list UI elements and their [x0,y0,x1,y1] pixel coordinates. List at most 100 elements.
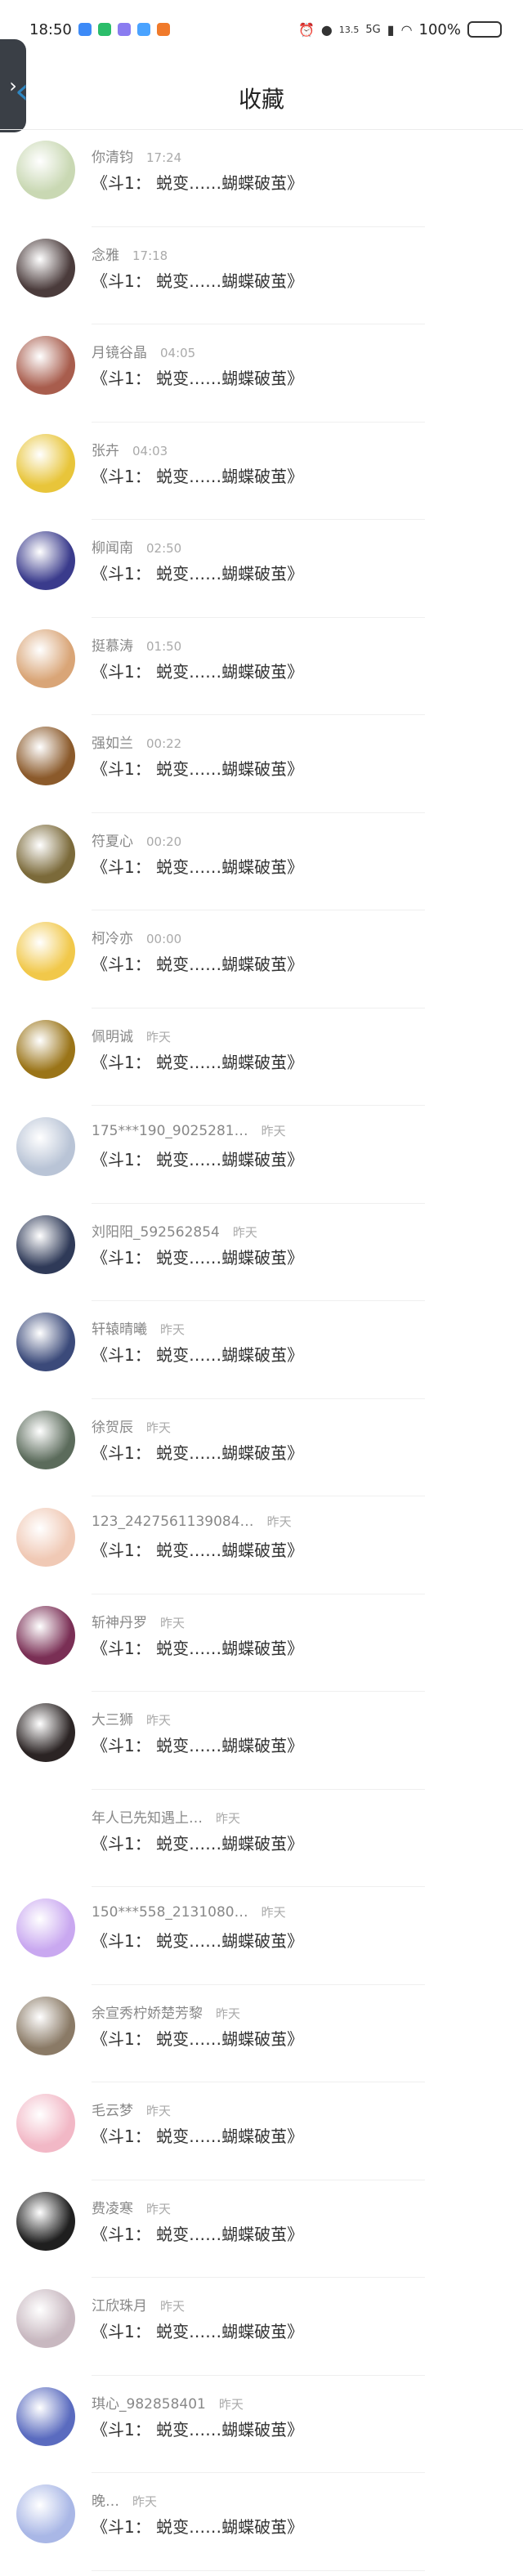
list-item[interactable]: 晚… 昨天 《斗1： 蜕变……蝴蝶破茧》 [0,2473,523,2571]
avatar[interactable] [16,2191,75,2251]
network-speed: 13.5 [338,24,360,35]
item-time: 昨天 [160,1322,186,1337]
nav-bar: ‹ 收藏 [0,59,523,130]
list-item[interactable]: 挺慕涛 01:50 《斗1： 蜕变……蝴蝶破茧》 [0,618,523,716]
list-item[interactable]: 柯冷亦 00:00 《斗1： 蜕变……蝴蝶破茧》 [0,910,523,1008]
item-time: 昨天 [266,1514,292,1529]
item-name-text: 轩辕晴曦 [92,1322,147,1338]
item-name: 轩辕晴曦 昨天 [92,1317,185,1338]
item-message: 《斗1： 蜕变……蝴蝶破茧》 [92,661,304,682]
avatar[interactable] [16,433,75,493]
item-time: 17:18 [132,248,168,263]
avatar[interactable] [16,1508,75,1567]
list-item[interactable]: 强如兰 00:22 《斗1： 蜕变……蝴蝶破茧》 [0,715,523,813]
avatar[interactable] [16,1019,75,1079]
item-time: 04:03 [132,443,168,458]
list-item[interactable]: 年人已先知遇上… 昨天 《斗1： 蜕变……蝴蝶破茧》 [0,1790,523,1888]
item-name: 175***190_9025281… 昨天 [92,1122,286,1139]
avatar[interactable] [16,2484,75,2543]
avatar[interactable] [16,824,75,883]
avatar[interactable] [16,336,75,395]
item-name-text: 费凌寒 [92,2200,133,2217]
item-time: 昨天 [146,2201,172,2216]
list-item[interactable]: 徐贺辰 昨天《斗1： 蜕变……蝴蝶破茧》 [0,1399,523,1497]
list-item[interactable]: 大三狮 昨天 《斗1： 蜕变……蝴蝶破茧》 [0,1692,523,1790]
item-message: 《斗1： 蜕变……蝴蝶破茧》 [92,271,304,291]
avatar[interactable] [16,1996,75,2055]
list-item[interactable]: 刘阳阳_592562854 昨天 《斗1： 蜕变……蝴蝶破茧》 [0,1204,523,1302]
item-message: 《斗1： 蜕变……蝴蝶破茧》 [92,1833,304,1854]
avatar[interactable] [16,1800,75,1860]
avatar[interactable] [16,1410,75,1469]
list-item[interactable]: 斩神丹罗 昨天 《斗1： 蜕变……蝴蝶破茧》 [0,1594,523,1693]
list-item[interactable]: 符夏心 00:20 《斗1： 蜕变……蝴蝶破茧》 [0,813,523,911]
avatar[interactable] [16,2386,75,2446]
list-item[interactable]: 150***558_2131080… 昨天 《斗1： 蜕变……蝴蝶破茧》 [0,1887,523,1985]
item-name: 余宣秀柠娇楚芳黎 昨天 [92,2001,240,2022]
avatar[interactable] [16,1313,75,1371]
item-time: 昨天 [232,1224,257,1240]
item-time: 昨天 [146,2104,172,2118]
avatar[interactable] [16,1605,75,1665]
list-item[interactable]: 你清钧 17:24 《斗1： 蜕变……蝴蝶破茧》 [0,129,523,227]
avatar[interactable] [16,628,75,688]
avatar[interactable] [16,238,75,297]
item-name: 江欣珠月 昨天 [92,2294,185,2314]
clock: 18:50 [29,20,72,38]
item-message: 《斗1： 蜕变……蝴蝶破茧》 [92,1931,304,1951]
list-item[interactable]: 张卉 04:03 《斗1： 蜕变……蝴蝶破茧》 [0,423,523,521]
item-name-text: 张卉 [92,442,119,459]
avatar[interactable] [16,531,75,590]
item-name-text: 柯冷亦 [92,931,133,947]
item-message: 《斗1： 蜕变……蝴蝶破茧》 [92,369,304,388]
avatar[interactable] [16,2094,75,2153]
list-item[interactable]: 123_2427561139084… 昨天 《斗1： 蜕变……蝴蝶破茧》 [0,1496,523,1594]
avatar[interactable] [16,922,75,981]
list-item[interactable]: 月镜谷晶 04:05 《斗1： 蜕变……蝴蝶破茧》 [0,324,523,423]
item-message: 《斗1： 蜕变……蝴蝶破茧》 [92,1345,304,1365]
item-message: 《斗1： 蜕变……蝴蝶破茧》 [92,1541,304,1560]
item-name: 张卉 04:03 [92,439,168,459]
list-item[interactable]: 江欣珠月 昨天 《斗1： 蜕变……蝴蝶破茧》 [0,2278,523,2376]
item-name: 刘阳阳_592562854 昨天 [92,1220,257,1241]
list-item[interactable]: 余宣秀柠娇楚芳黎 昨天 《斗1： 蜕变……蝴蝶破茧》 [0,1985,523,2083]
list-item[interactable]: 佩明诚 昨天 《斗1： 蜕变……蝴蝶破茧》 [0,1008,523,1107]
avatar[interactable] [16,1117,75,1176]
avatar[interactable] [16,1898,75,1957]
list-item[interactable]: 念雅 17:18 《斗1： 蜕变……蝴蝶破茧》 [0,227,523,325]
mic-icon: ● [320,21,333,38]
item-name-text: 175***190_9025281… [92,1123,248,1139]
item-message: 《斗1： 蜕变……蝴蝶破茧》 [92,2127,304,2146]
list-item[interactable]: 费凌寒 昨天 《斗1： 蜕变……蝴蝶破茧》 [0,2180,523,2279]
item-name-text: 符夏心 [92,833,133,850]
list-item[interactable]: 轩辕晴曦 昨天《斗1： 蜕变……蝴蝶破茧》 [0,1301,523,1399]
item-time: 04:05 [160,346,196,360]
item-message: 《斗1： 蜕变……蝴蝶破茧》 [92,564,304,584]
avatar[interactable] [16,727,75,785]
item-time: 昨天 [132,2494,158,2509]
favorites-list: 你清钧 17:24 《斗1： 蜕变……蝴蝶破茧》 念雅 17:18 《斗1： 蜕变……蝴蝶… [0,129,523,2571]
item-message: 《斗1： 蜕变……蝴蝶破茧》 [92,1442,304,1463]
list-item[interactable]: 柳闻南 02:50 《斗1： 蜕变……蝴蝶破茧》 [0,520,523,618]
item-name: 强如兰 00:22 [92,731,181,752]
item-name-text: 琪心_982858401 [92,2395,206,2413]
item-name-text: 大三狮 [92,1712,133,1729]
item-name-text: 你清钧 [92,150,133,166]
avatar[interactable] [16,1214,75,1274]
item-name-text: 毛云梦 [92,2103,133,2119]
list-item[interactable]: 毛云梦 昨天《斗1： 蜕变……蝴蝶破茧》 [0,2082,523,2180]
item-name-text: 刘阳阳_592562854 [92,1223,220,1241]
item-time: 昨天 [146,1713,172,1728]
avatar[interactable] [16,2289,75,2348]
item-name-text: 徐贺辰 [92,1419,133,1436]
list-item[interactable]: 175***190_9025281… 昨天 《斗1： 蜕变……蝴蝶破茧》 [0,1106,523,1204]
item-name: 柯冷亦 00:00 [92,927,181,947]
item-time: 昨天 [146,1420,172,1435]
list-item[interactable]: 琪心_982858401 昨天 《斗1： 蜕变……蝴蝶破茧》 [0,2376,523,2474]
item-time: 昨天 [261,1124,286,1138]
item-name: 费凌寒 昨天 [92,2197,171,2217]
avatar[interactable] [16,1703,75,1762]
item-name-text: 佩明诚 [92,1028,133,1045]
item-message: 《斗1： 蜕变……蝴蝶破茧》 [92,466,304,486]
avatar[interactable] [16,141,75,199]
